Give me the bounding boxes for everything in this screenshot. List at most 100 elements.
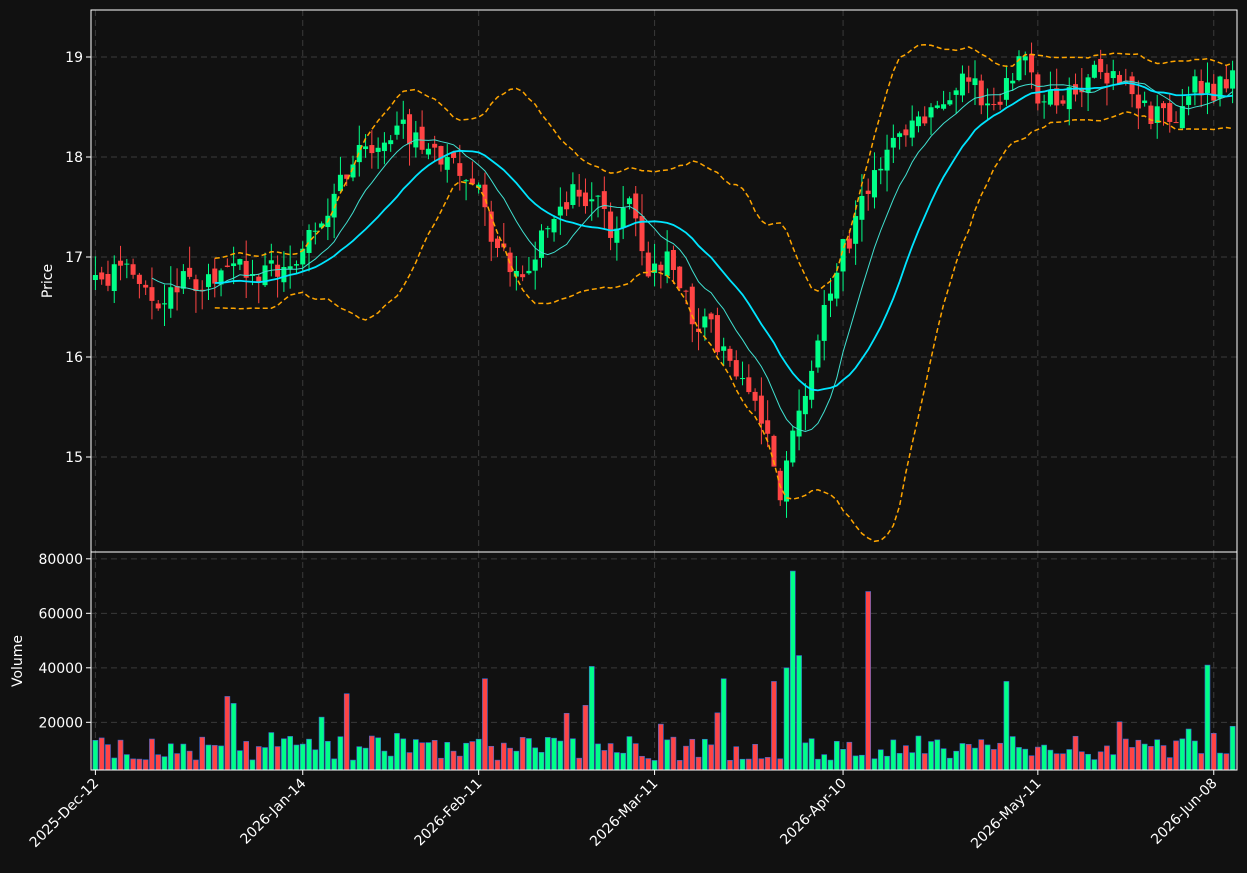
candle-body	[1104, 72, 1110, 84]
volume-bar	[915, 735, 922, 770]
date-tick-label: 2026-Jun-08	[1148, 776, 1220, 848]
volume-bar	[783, 667, 790, 770]
volume-bar	[544, 737, 551, 770]
volume-bar	[343, 693, 350, 770]
candle-body	[444, 157, 450, 170]
candle-body	[589, 199, 595, 202]
candle-body	[846, 238, 852, 249]
candle-body	[375, 147, 381, 152]
volume-bar	[689, 738, 696, 770]
volume-tick-label: 20000	[38, 715, 83, 731]
volume-bar	[149, 738, 155, 770]
candle-body	[237, 259, 243, 265]
volume-bar	[1009, 736, 1016, 770]
volume-bar	[965, 744, 972, 770]
volume-bar	[375, 737, 381, 770]
candle-body	[212, 268, 218, 284]
candle-body	[99, 272, 105, 280]
volume-bar	[1085, 753, 1091, 770]
volume-bar	[890, 739, 897, 770]
volume-bar	[620, 752, 626, 770]
volume-axis-title: Volume	[10, 635, 26, 687]
volume-bar	[312, 749, 319, 770]
volume-bar	[262, 747, 268, 770]
candles	[92, 42, 1236, 518]
volume-bar	[287, 736, 293, 770]
candle-body	[758, 395, 764, 424]
candle-body	[1204, 82, 1210, 94]
volume-bar	[1016, 747, 1022, 770]
candle-body	[708, 313, 714, 320]
volume-bar	[199, 736, 206, 770]
volume-bar	[92, 740, 99, 770]
volume-bar	[205, 744, 212, 770]
grid-lines	[91, 10, 1237, 770]
candle-body	[1041, 101, 1047, 103]
candle-body	[1192, 76, 1198, 93]
volume-bar	[350, 759, 356, 770]
candle-body	[626, 198, 632, 205]
candle-body	[136, 274, 142, 284]
volume-bar	[909, 752, 915, 770]
volume-bar	[1135, 739, 1142, 770]
volume-bar	[1041, 744, 1047, 770]
candle-body	[909, 120, 915, 138]
volume-bar	[739, 758, 746, 770]
candle-body	[551, 218, 557, 233]
volume-bar	[865, 591, 872, 770]
candle-body	[92, 275, 98, 281]
volume-bar	[695, 756, 702, 770]
volume-bar	[180, 743, 187, 770]
volume-bar	[142, 759, 149, 770]
volume-bar	[727, 759, 733, 770]
candle-body	[394, 125, 400, 135]
volume-bar	[400, 738, 407, 770]
candle-body	[765, 420, 771, 434]
volume-bar	[877, 749, 884, 770]
volume-bar	[1072, 735, 1079, 770]
candle-body	[143, 284, 149, 288]
volume-bar	[921, 753, 928, 770]
candle-body	[149, 287, 155, 301]
candle-body	[457, 163, 463, 176]
candle-body	[545, 228, 551, 230]
candle-body	[934, 105, 940, 108]
candle-body	[1003, 78, 1009, 100]
candle-body	[677, 266, 683, 289]
candle-body	[268, 260, 274, 264]
volume-bar	[702, 738, 708, 770]
candle-body	[224, 265, 230, 267]
volume-bar	[155, 754, 162, 770]
volume-bar	[614, 752, 620, 770]
candle-body	[871, 170, 877, 198]
volume-bar	[632, 743, 639, 770]
volume-bar	[1166, 757, 1173, 770]
volume-bar	[444, 742, 451, 770]
volume-bar	[331, 758, 337, 770]
candle-body	[363, 146, 369, 150]
candle-body	[978, 80, 984, 106]
candle-body	[526, 270, 532, 274]
volume-bar	[1129, 747, 1135, 770]
volume-bar	[1078, 751, 1085, 770]
volume-bar	[607, 743, 614, 770]
volume-bar	[896, 753, 903, 770]
volume-bar	[752, 744, 758, 770]
date-tick-label: 2026-Jan-14	[237, 775, 309, 847]
candle-body	[727, 348, 733, 361]
candle-body	[620, 207, 626, 228]
volume-bar	[255, 746, 262, 770]
bollinger-lower-line	[214, 110, 1233, 543]
candle-body	[1047, 90, 1053, 105]
candle-body	[1066, 87, 1072, 110]
volume-bar	[1035, 746, 1041, 770]
candle-body	[432, 143, 438, 148]
volume-bar	[884, 755, 890, 770]
volume-bar	[833, 741, 840, 770]
candle-body	[1035, 74, 1041, 104]
volume-bar	[136, 758, 143, 770]
candle-body	[1060, 100, 1066, 104]
volume-bar	[651, 760, 658, 770]
candle-body	[494, 238, 501, 248]
candle-body	[1054, 88, 1060, 106]
